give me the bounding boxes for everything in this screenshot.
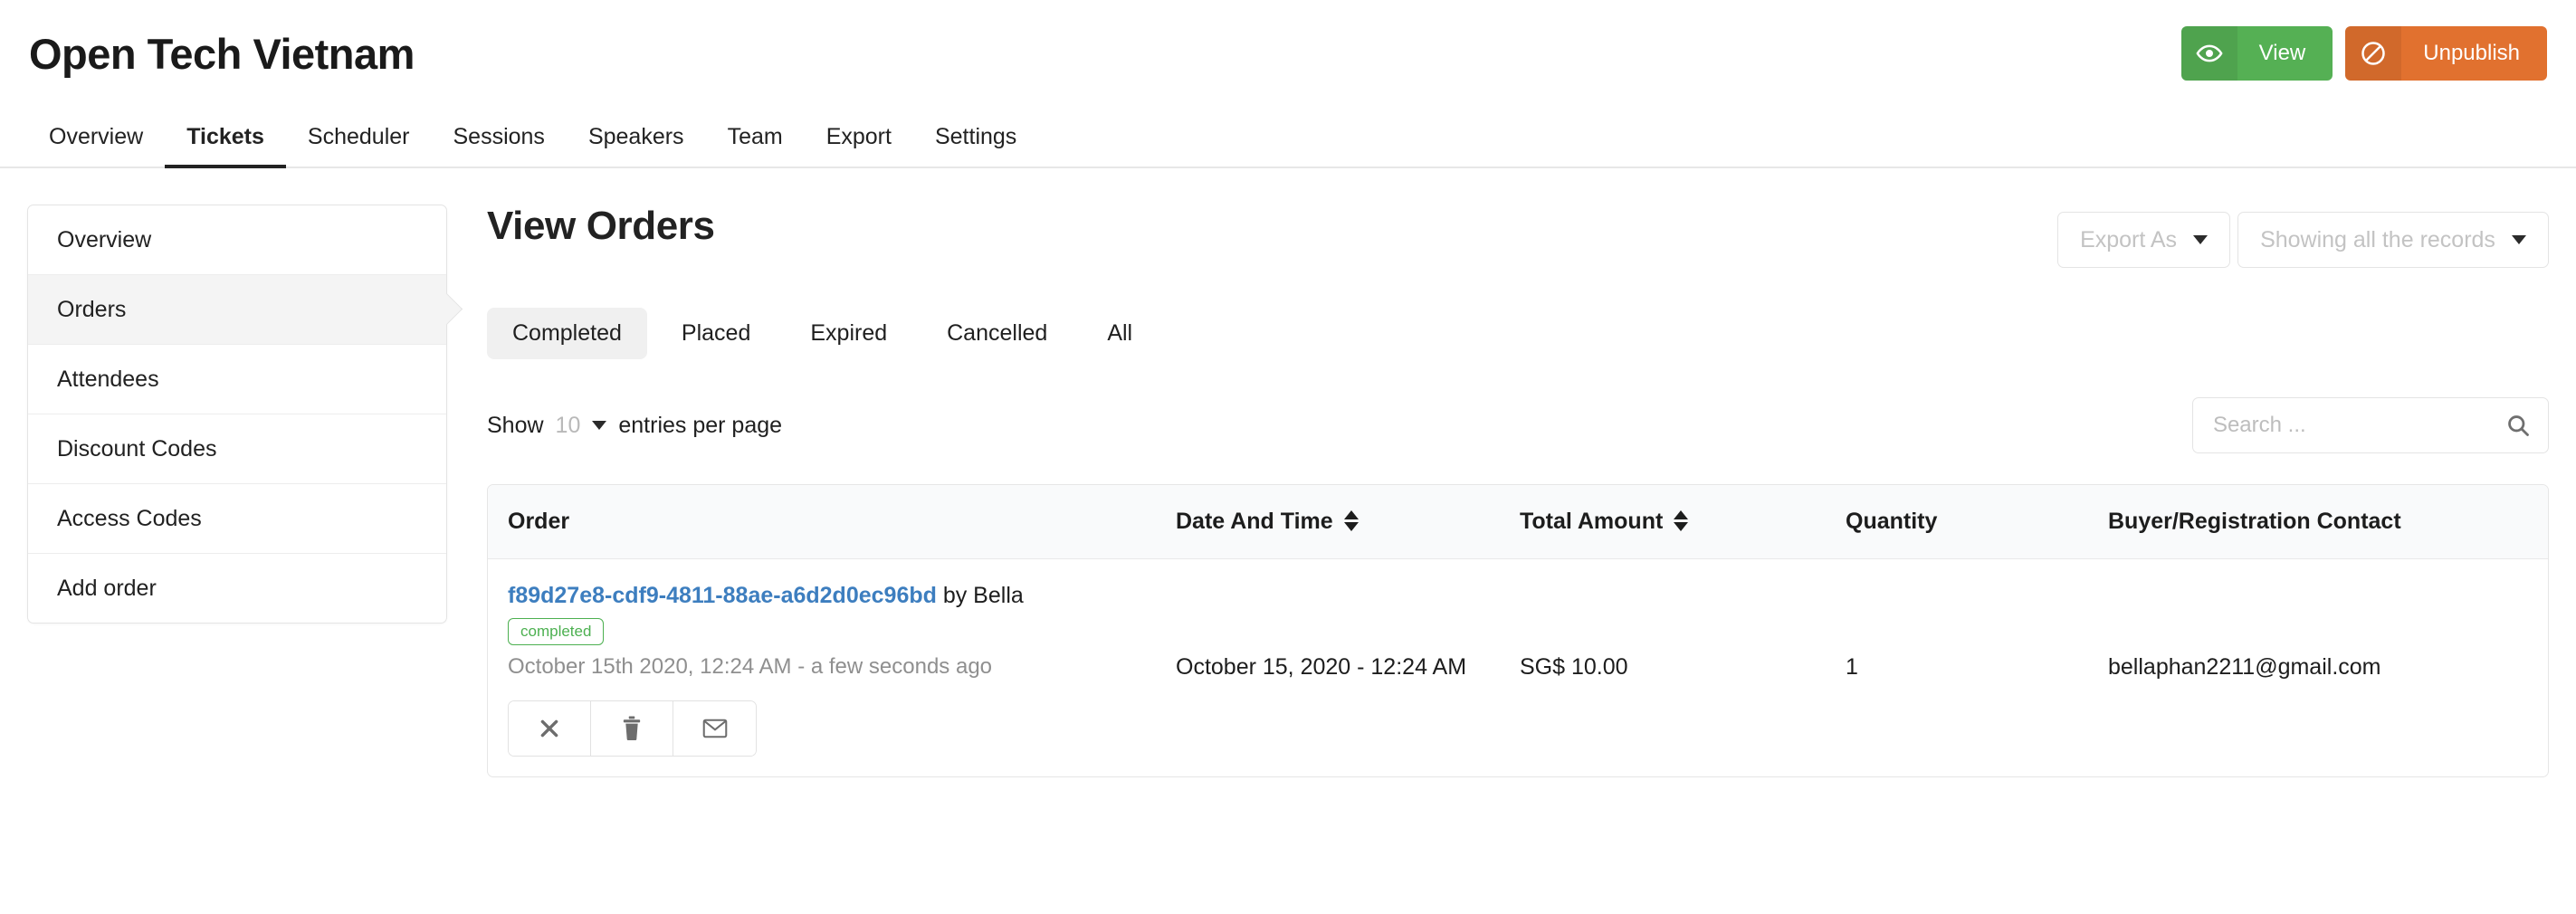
order-id-link[interactable]: f89d27e8-cdf9-4811-88ae-a6d2d0ec96bd xyxy=(508,583,937,608)
sidebar-item-orders[interactable]: Orders xyxy=(28,275,446,345)
view-orders-title: View Orders xyxy=(487,204,715,248)
resend-email-button[interactable] xyxy=(673,700,756,756)
nav-item-export[interactable]: Export xyxy=(805,126,913,167)
sidebar-item-access-codes[interactable]: Access Codes xyxy=(28,484,446,554)
header-controls: Export As Showing all the records xyxy=(2057,205,2549,268)
search-box xyxy=(2191,397,2549,453)
entries-count-value[interactable]: 10 xyxy=(556,413,581,439)
sidebar-item-attendees[interactable]: Attendees xyxy=(28,345,446,414)
page-title: Open Tech Vietnam xyxy=(29,29,415,78)
main-header: View Orders Export As Showing all the re… xyxy=(487,204,2549,268)
nav-item-team[interactable]: Team xyxy=(706,126,805,167)
table-header-row: Order Date And Time Total Amount Quantit… xyxy=(488,485,2548,559)
sidebar-item-discount-codes[interactable]: Discount Codes xyxy=(28,414,446,484)
nav-item-speakers[interactable]: Speakers xyxy=(567,126,706,167)
order-actions xyxy=(508,700,757,757)
sort-icon[interactable] xyxy=(1674,509,1689,531)
chevron-down-icon xyxy=(2193,235,2209,244)
nav-item-scheduler[interactable]: Scheduler xyxy=(286,126,432,167)
order-contact-cell: bellaphan2211@gmail.com xyxy=(2108,654,2381,681)
column-header-order: Order xyxy=(488,485,1176,559)
page-body: Overview Orders Attendees Discount Codes… xyxy=(0,168,2576,777)
sidebar-item-overview[interactable]: Overview xyxy=(28,205,446,275)
nav-item-sessions[interactable]: Sessions xyxy=(431,126,566,167)
no-entry-icon xyxy=(2345,26,2402,81)
export-as-dropdown[interactable]: Export As xyxy=(2057,212,2231,268)
search-input[interactable] xyxy=(2191,397,2549,453)
order-id-line: f89d27e8-cdf9-4811-88ae-a6d2d0ec96bd by … xyxy=(508,583,1158,609)
nav-item-tickets[interactable]: Tickets xyxy=(165,126,286,168)
show-label: Show xyxy=(487,412,544,438)
view-button[interactable]: View xyxy=(2180,26,2333,81)
filter-tab-completed[interactable]: Completed xyxy=(487,308,647,359)
filter-tab-expired[interactable]: Expired xyxy=(785,308,912,359)
nav-item-settings[interactable]: Settings xyxy=(913,126,1038,167)
entries-per-page-label: entries per page xyxy=(618,412,783,438)
sort-icon[interactable] xyxy=(1343,509,1359,531)
entries-per-page-control: Show 10 entries per page xyxy=(487,413,782,439)
filter-tab-cancelled[interactable]: Cancelled xyxy=(921,308,1073,359)
status-badge-wrap: completed xyxy=(508,609,1158,645)
order-timestamp: October 15th 2020, 12:24 AM - a few seco… xyxy=(508,654,993,679)
column-header-total-amount[interactable]: Total Amount xyxy=(1520,485,1846,559)
records-filter-label: Showing all the records xyxy=(2260,226,2495,252)
filter-tab-all[interactable]: All xyxy=(1082,308,1158,359)
sidebar-item-add-order[interactable]: Add order xyxy=(28,554,446,623)
chevron-down-icon xyxy=(2511,235,2526,244)
filter-tab-placed[interactable]: Placed xyxy=(656,308,776,359)
main-content: View Orders Export As Showing all the re… xyxy=(447,204,2549,777)
column-header-date-and-time[interactable]: Date And Time xyxy=(1176,485,1520,559)
delete-order-button[interactable] xyxy=(591,700,673,756)
column-header-contact: Buyer/Registration Contact xyxy=(2108,485,2548,559)
order-date-cell: October 15, 2020 - 12:24 AM xyxy=(1176,654,1467,681)
app-header: Open Tech Vietnam View Unpublish xyxy=(0,0,2576,107)
header-actions: View Unpublish xyxy=(2180,26,2549,81)
order-amount-cell: SG$ 10.00 xyxy=(1520,654,1628,681)
unpublish-button-label: Unpublish xyxy=(2423,41,2520,65)
unpublish-button[interactable]: Unpublish xyxy=(2345,26,2547,81)
status-filter-tabs: Completed Placed Expired Cancelled All xyxy=(487,308,2549,359)
chevron-down-icon[interactable] xyxy=(592,421,607,430)
cancel-order-button[interactable] xyxy=(509,700,591,756)
status-badge: completed xyxy=(508,618,605,645)
orders-table: Order Date And Time Total Amount Quantit… xyxy=(487,484,2549,777)
nav-item-overview[interactable]: Overview xyxy=(27,126,165,167)
table-row: f89d27e8-cdf9-4811-88ae-a6d2d0ec96bd by … xyxy=(488,559,2548,776)
table-tools: Show 10 entries per page xyxy=(487,397,2549,453)
main-nav: Overview Tickets Scheduler Sessions Spea… xyxy=(0,107,2576,168)
order-cell: f89d27e8-cdf9-4811-88ae-a6d2d0ec96bd by … xyxy=(488,559,1176,776)
column-header-quantity: Quantity xyxy=(1846,485,2108,559)
eye-icon xyxy=(2180,26,2237,81)
export-as-label: Export As xyxy=(2080,226,2178,252)
order-buyer-name: by Bella xyxy=(936,583,1024,608)
view-button-label: View xyxy=(2258,41,2306,65)
column-header-amount-label: Total Amount xyxy=(1520,509,1664,534)
records-filter-dropdown[interactable]: Showing all the records xyxy=(2237,212,2549,268)
order-quantity-cell: 1 xyxy=(1846,654,1858,681)
sidebar: Overview Orders Attendees Discount Codes… xyxy=(27,205,447,624)
column-header-date-label: Date And Time xyxy=(1176,509,1333,534)
